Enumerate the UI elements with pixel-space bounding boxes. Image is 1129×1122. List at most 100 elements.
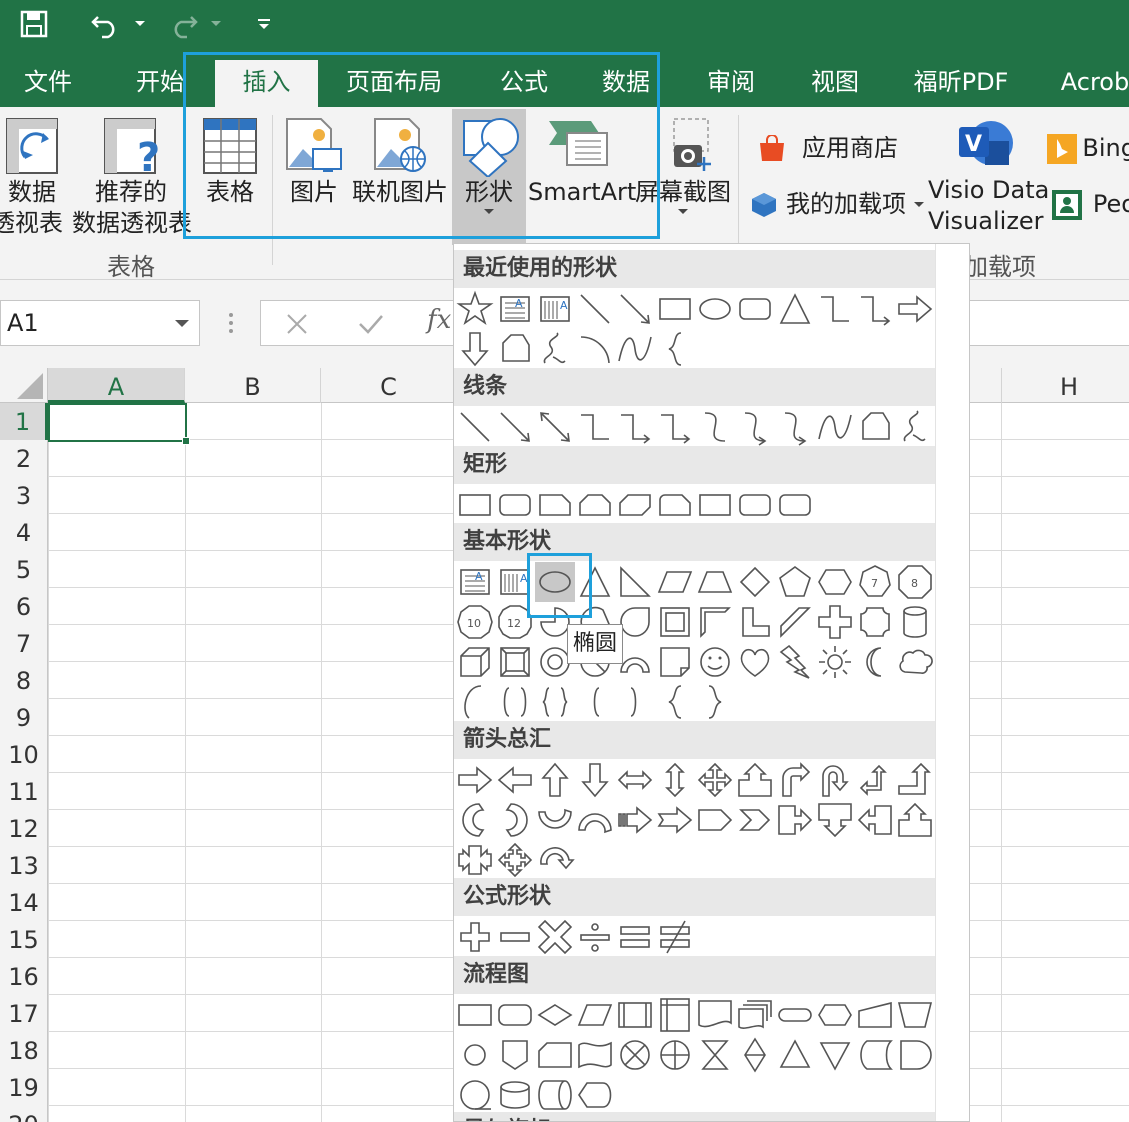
dblbrace-shape-icon[interactable] (535, 682, 575, 722)
brace-shape-icon[interactable] (655, 682, 695, 722)
parallelogram-shape-icon[interactable] (655, 562, 695, 602)
fstored-shape-icon[interactable] (855, 1035, 895, 1075)
elbow-shape-icon[interactable] (815, 289, 855, 329)
rect-shape-icon[interactable] (455, 485, 495, 525)
name-box[interactable]: A1 (0, 300, 200, 346)
gallery-scrollbar[interactable] (935, 244, 969, 1121)
fconnector-shape-icon[interactable] (455, 1035, 495, 1075)
roundrect-shape-icon[interactable] (735, 289, 775, 329)
roundrect-shape-icon[interactable] (495, 485, 535, 525)
fcollate-shape-icon[interactable] (695, 1035, 735, 1075)
calloutd-shape-icon[interactable] (815, 800, 855, 840)
fpredef-shape-icon[interactable] (615, 995, 655, 1035)
dblbracket-shape-icon[interactable] (495, 682, 535, 722)
larrow-shape-icon[interactable] (495, 760, 535, 800)
diamond-shape-icon[interactable] (735, 562, 775, 602)
undo-dropdown-icon[interactable] (130, 4, 150, 44)
recommended-pivot-button[interactable]: ? 推荐的 数据透视表 (72, 115, 192, 239)
row-header[interactable]: 14 (0, 884, 48, 921)
row-header[interactable]: 2 (0, 440, 48, 477)
bing-maps-button[interactable]: Bing (1046, 133, 1129, 164)
roundrect-shape-icon[interactable] (775, 485, 815, 525)
divide-shape-icon[interactable] (575, 917, 615, 957)
visio-data-visualizer-button[interactable]: V Visio Data Visualizer (928, 115, 1049, 237)
textbox-shape-icon[interactable]: A (495, 289, 535, 329)
darrow-shape-icon[interactable] (455, 329, 495, 369)
chevron-shape-icon[interactable] (735, 800, 775, 840)
stripedr-shape-icon[interactable] (615, 800, 655, 840)
fdirect-shape-icon[interactable] (535, 1075, 575, 1115)
roundrect-shape-icon[interactable] (735, 485, 775, 525)
freeform-shape-icon[interactable] (495, 329, 535, 369)
plus-shape-icon[interactable] (455, 917, 495, 957)
row-header[interactable]: 3 (0, 477, 48, 514)
cloud-shape-icon[interactable] (895, 642, 935, 682)
rbracketsq-shape-icon[interactable] (615, 682, 655, 722)
vtextbox-shape-icon[interactable]: A (535, 289, 575, 329)
fdata-shape-icon[interactable] (575, 995, 615, 1035)
row-header[interactable]: 11 (0, 773, 48, 810)
leftup-shape-icon[interactable] (855, 760, 895, 800)
circarrow-shape-icon[interactable] (535, 840, 575, 880)
elbow-shape-icon[interactable] (575, 407, 615, 447)
for-shape-icon[interactable] (655, 1035, 695, 1075)
fmultidoc-shape-icon[interactable] (735, 995, 775, 1035)
rect-shape-icon[interactable] (655, 289, 695, 329)
row-header[interactable]: 5 (0, 551, 48, 588)
row-header[interactable]: 12 (0, 810, 48, 847)
row-header[interactable]: 20 (0, 1106, 48, 1122)
column-header-c[interactable]: C (321, 368, 457, 403)
cross-shape-icon[interactable] (815, 602, 855, 642)
fdelay-shape-icon[interactable] (895, 1035, 935, 1075)
freeform-shape-icon[interactable] (855, 407, 895, 447)
octagon-shape-icon[interactable]: 8 (895, 562, 935, 602)
fdecision-shape-icon[interactable] (535, 995, 575, 1035)
tab-9[interactable]: Acrob (1050, 60, 1129, 107)
tab-7[interactable]: 视图 (792, 60, 878, 107)
customize-toolbar-icon[interactable] (252, 4, 276, 44)
brace-shape-icon[interactable] (655, 329, 695, 369)
column-header-b[interactable]: B (185, 368, 321, 403)
rarrow-shape-icon[interactable] (455, 760, 495, 800)
arc-shape-icon[interactable] (575, 329, 615, 369)
tab-8[interactable]: 福昕PDF (898, 60, 1024, 107)
rbrace-shape-icon[interactable] (695, 682, 735, 722)
fprep-shape-icon[interactable] (815, 995, 855, 1035)
darrow-shape-icon[interactable] (575, 760, 615, 800)
tab-0[interactable]: 文件 (0, 60, 96, 107)
lbracket-shape-icon[interactable] (455, 682, 495, 722)
pivot-table-button[interactable]: 数据 透视表 (0, 115, 64, 239)
fprocess-shape-icon[interactable] (455, 995, 495, 1035)
calloutquad-shape-icon[interactable] (495, 840, 535, 880)
insert-function-button[interactable]: fx (427, 305, 451, 335)
curvedu-shape-icon[interactable] (535, 800, 575, 840)
calloutu-shape-icon[interactable] (735, 760, 775, 800)
fdocument-shape-icon[interactable] (695, 995, 735, 1035)
column-header-h[interactable]: H (1001, 368, 1129, 403)
foffpage-shape-icon[interactable] (495, 1035, 535, 1075)
fsort-shape-icon[interactable] (735, 1035, 775, 1075)
moon-shape-icon[interactable] (855, 642, 895, 682)
lbracketsq-shape-icon[interactable] (575, 682, 615, 722)
row-header[interactable]: 1 (0, 403, 48, 440)
cube-shape-icon[interactable] (455, 642, 495, 682)
tab-6[interactable]: 审阅 (688, 60, 774, 107)
snipdiag-shape-icon[interactable] (615, 485, 655, 525)
fmerge-shape-icon[interactable] (815, 1035, 855, 1075)
equal-shape-icon[interactable] (615, 917, 655, 957)
arrowline-shape-icon[interactable] (495, 407, 535, 447)
fmanualinput-shape-icon[interactable] (855, 995, 895, 1035)
row-header[interactable]: 17 (0, 995, 48, 1032)
line-shape-icon[interactable] (455, 407, 495, 447)
undo-icon[interactable] (86, 4, 126, 44)
falt-shape-icon[interactable] (495, 995, 535, 1035)
pentagonarrow-shape-icon[interactable] (695, 800, 735, 840)
my-addins-button[interactable]: 我的加载项 (748, 189, 926, 220)
pentagon-shape-icon[interactable] (775, 562, 815, 602)
row-header[interactable]: 8 (0, 662, 48, 699)
row-header[interactable]: 16 (0, 958, 48, 995)
select-all-button[interactable] (0, 368, 48, 403)
notequal-shape-icon[interactable] (655, 917, 695, 957)
frame-shape-icon[interactable] (655, 602, 695, 642)
textbox-shape-icon[interactable]: A (455, 562, 495, 602)
